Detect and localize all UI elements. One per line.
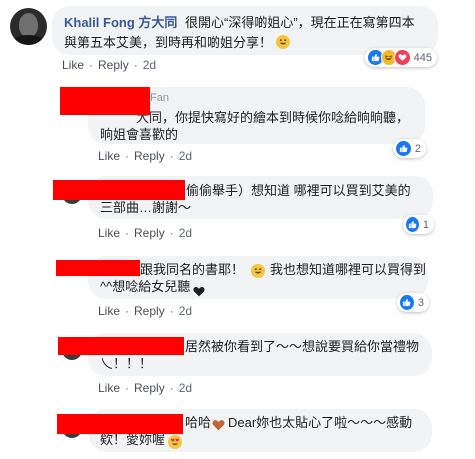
post-author-avatar[interactable]: [10, 8, 47, 45]
post-timestamp[interactable]: 2d: [143, 58, 156, 72]
reply-actions: Like · Reply · 2d: [98, 226, 193, 240]
reply-text-line1: 跟我同名的書耶！: [140, 262, 245, 277]
redacted-author-name: [53, 180, 185, 200]
reply-text-line2: 三部曲…謝謝～: [100, 200, 192, 215]
reply-like-link[interactable]: Like: [98, 304, 120, 318]
reply-author-tail[interactable]: Fan: [150, 92, 169, 104]
reply-reaction-count: 2: [414, 142, 421, 155]
reply-actions: Like · Reply · 2d: [98, 304, 193, 318]
post-actions: Like · Reply · 2d: [62, 58, 157, 72]
love-reaction-icon: [394, 49, 411, 66]
reply-text-line1a: 哈哈: [185, 415, 212, 430]
reply-text-line1: 居然被你看到了～～想說要買給你當禮物: [185, 339, 420, 354]
reply-text-line2: 晌姐會喜歡的: [100, 127, 179, 142]
reply-text-line1b: Dear妳也太貼心了啦～～～感動: [228, 415, 413, 430]
post-author-name[interactable]: Khalil Fong 方大同: [64, 15, 177, 30]
reply-like-link[interactable]: Like: [98, 226, 120, 240]
redacted-author-name: [56, 260, 140, 276]
reply-text-line1b: 我也想知道哪裡可以買得到: [270, 262, 427, 277]
reply-text-line2: 欸！愛妳喔: [100, 432, 166, 447]
post-like-link[interactable]: Like: [62, 58, 84, 72]
reply-reaction-count: 1: [422, 218, 429, 231]
reply-reactions-summary[interactable]: 2: [393, 139, 426, 158]
redacted-author-name: [60, 87, 150, 115]
reply-reply-link[interactable]: Reply: [134, 304, 165, 318]
like-reaction-icon: [399, 294, 415, 311]
post-reactions-summary[interactable]: 445: [365, 48, 437, 67]
reply-text-line1: 偷偷舉手）想知道 哪裡可以買到艾美的: [186, 183, 411, 198]
like-reaction-icon: [395, 140, 412, 157]
grinning-face-emoji-icon: [275, 35, 290, 49]
redacted-author-name: [57, 414, 183, 434]
reply-reply-link[interactable]: Reply: [134, 149, 165, 163]
heart-eyes-emoji-icon: [168, 435, 182, 449]
reply-like-link[interactable]: Like: [98, 149, 120, 163]
redacted-author-name: [58, 337, 184, 355]
like-reaction-icon: [405, 216, 420, 233]
reply-text-line1: 大同，你提快寫好的繪本到時候你唸給晌晌聽，: [136, 110, 410, 125]
post-text-line1: 很開心“深得啲姐心”，現在正在寫第四本: [185, 15, 415, 30]
reply-text-line2: 乀！！！: [100, 356, 153, 371]
brown-heart-icon: [212, 417, 225, 437]
reply-actions: Like · Reply · 2d: [98, 381, 193, 395]
black-heart-icon: [193, 283, 205, 303]
reply-reply-link[interactable]: Reply: [134, 226, 165, 240]
post-text-line2: 與第五本艾美，到時再和啲姐分享！: [64, 35, 273, 50]
reply-actions: Like · Reply · 2d: [98, 149, 193, 163]
post-reaction-count: 445: [413, 51, 432, 64]
reply-reply-link[interactable]: Reply: [134, 381, 165, 395]
reply-timestamp[interactable]: 2d: [179, 381, 192, 395]
reply-text-line2: ^^想唸給女兒聽: [100, 279, 191, 294]
reply-reactions-summary[interactable]: 1: [403, 215, 434, 234]
grinning-face-emoji-icon: [251, 264, 265, 278]
reply-reaction-count: 3: [417, 296, 424, 309]
reply-timestamp[interactable]: 2d: [179, 149, 192, 163]
reply-like-link[interactable]: Like: [98, 381, 120, 395]
reply-reactions-summary[interactable]: 3: [397, 293, 429, 312]
reply-timestamp[interactable]: 2d: [179, 304, 192, 318]
post-reply-link[interactable]: Reply: [98, 58, 129, 72]
reply-timestamp[interactable]: 2d: [179, 226, 192, 240]
